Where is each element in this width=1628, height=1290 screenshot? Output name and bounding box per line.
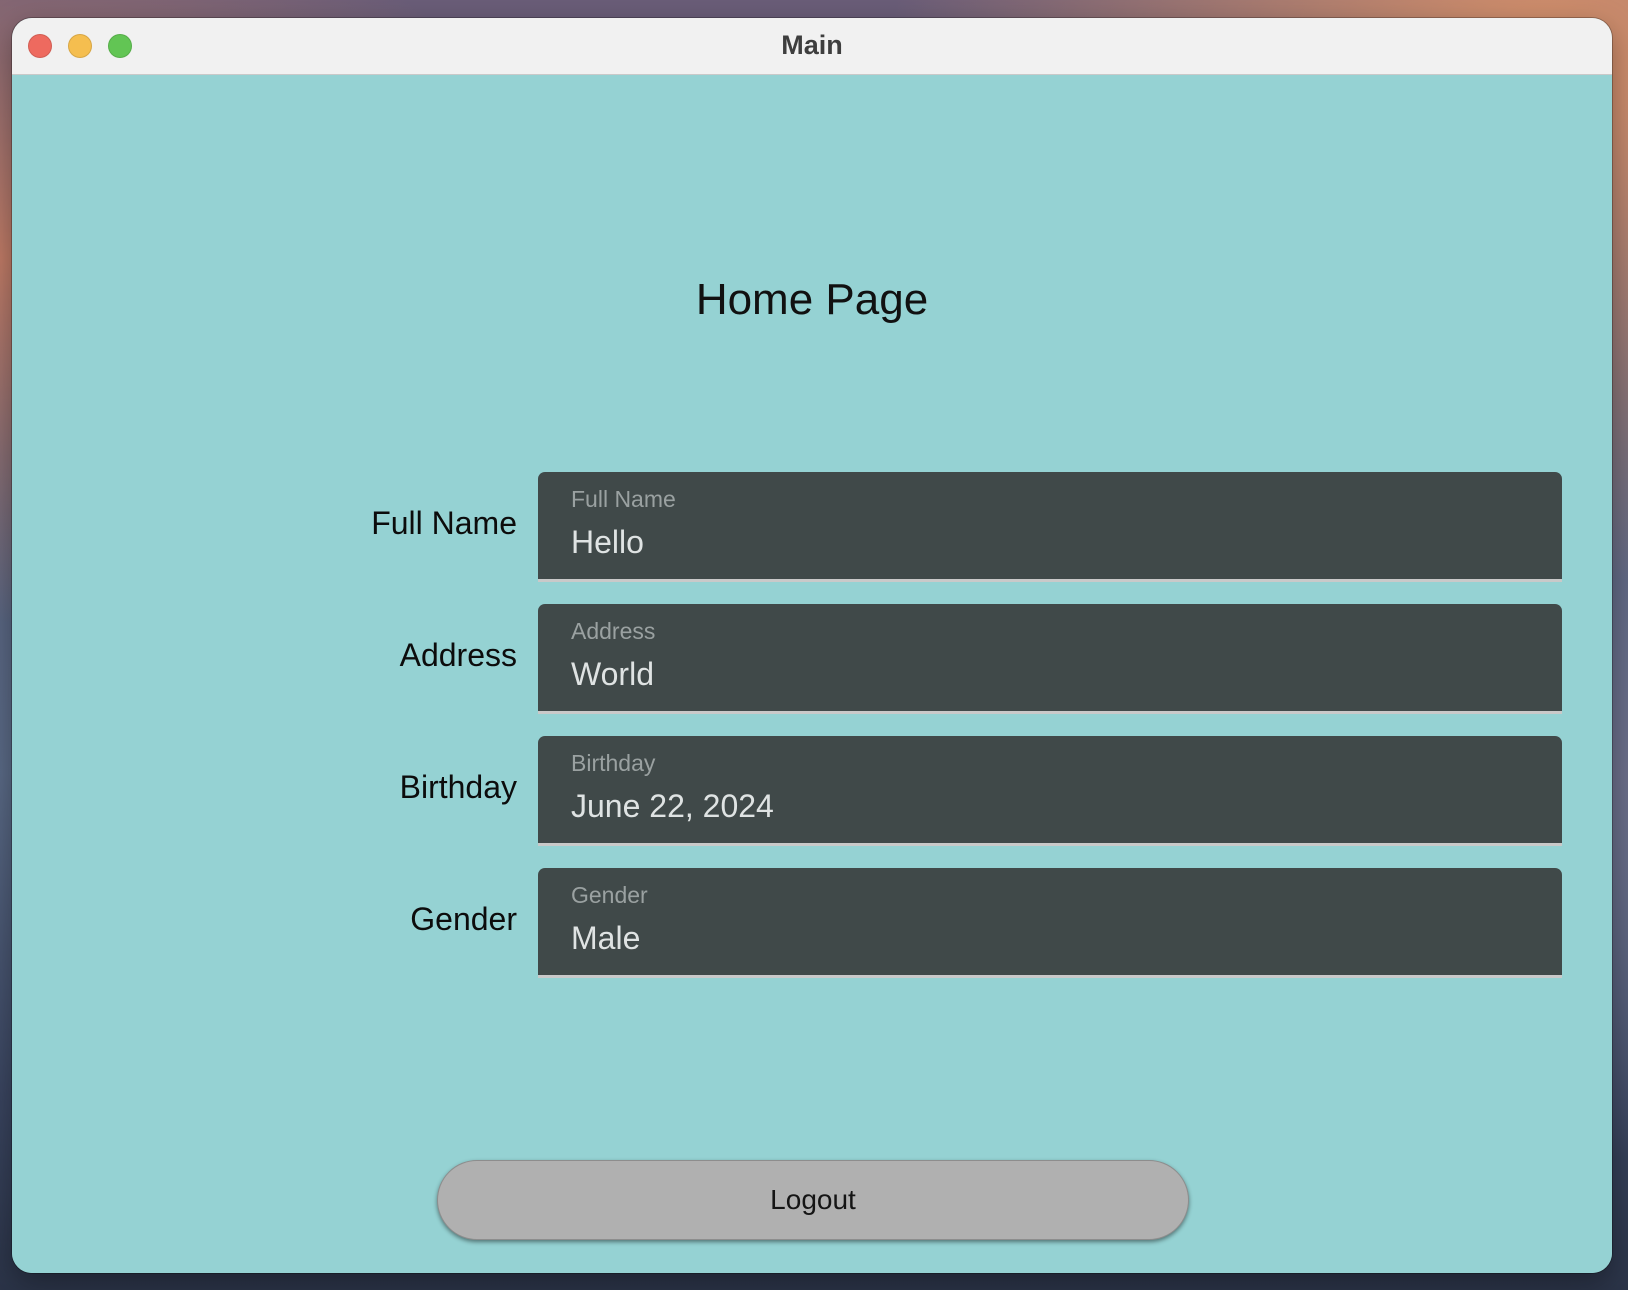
app-window: Main Home Page Full Name Full Name Hello… <box>12 18 1612 1273</box>
full-name-value[interactable]: Hello <box>571 524 644 561</box>
window-title: Main <box>781 30 843 60</box>
logout-button[interactable]: Logout <box>437 1160 1189 1240</box>
address-row-label: Address <box>399 637 517 673</box>
full-name-floating-label: Full Name <box>571 486 676 512</box>
full-name-field[interactable]: Full Name Hello <box>538 472 1562 582</box>
main-content: Home Page Full Name Full Name Hello Addr… <box>12 75 1612 1273</box>
gender-row-label: Gender <box>410 901 517 937</box>
gender-field[interactable]: Gender Male <box>538 868 1562 978</box>
birthday-row-label: Birthday <box>399 769 517 805</box>
birthday-value[interactable]: June 22, 2024 <box>571 788 774 825</box>
address-value[interactable]: World <box>571 656 654 693</box>
gender-floating-label: Gender <box>571 882 648 908</box>
birthday-field[interactable]: Birthday June 22, 2024 <box>538 736 1562 846</box>
gender-value[interactable]: Male <box>571 920 640 957</box>
full-name-row-label: Full Name <box>371 505 517 541</box>
title-bar[interactable]: Main <box>12 18 1612 75</box>
page-title: Home Page <box>695 275 929 324</box>
birthday-floating-label: Birthday <box>571 750 656 776</box>
address-floating-label: Address <box>571 618 656 644</box>
address-field[interactable]: Address World <box>538 604 1562 714</box>
